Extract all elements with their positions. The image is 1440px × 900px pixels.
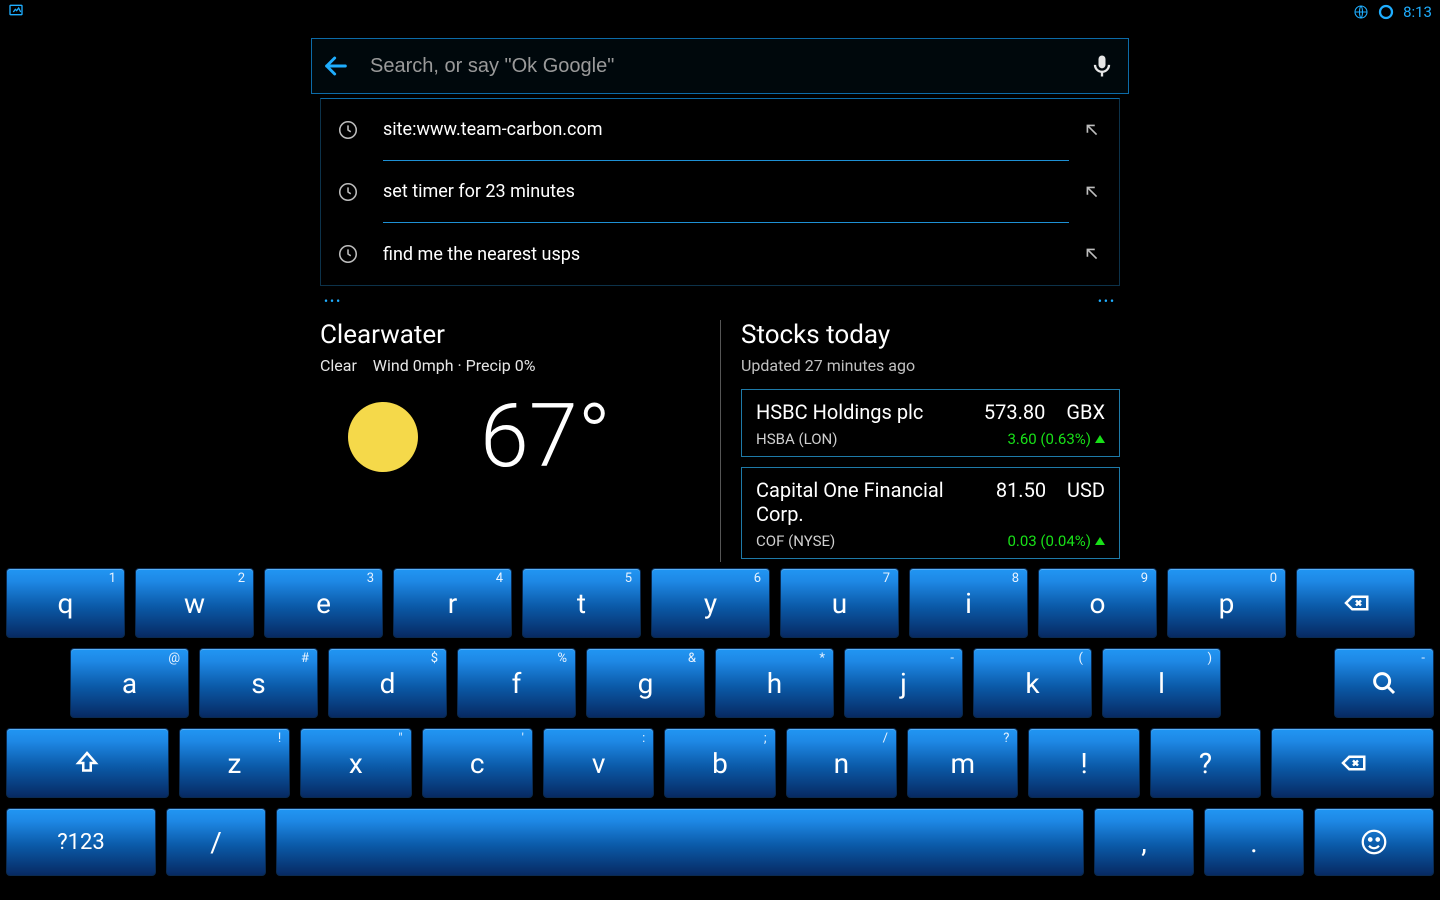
stock-change: 0.03 (0.04%) (1007, 532, 1105, 550)
key-u[interactable]: u7 (780, 568, 899, 638)
insert-arrow-icon[interactable] (1081, 243, 1103, 265)
insert-arrow-icon[interactable] (1081, 181, 1103, 203)
suggestion-text: set timer for 23 minutes (383, 161, 1069, 223)
suggestion-text: find me the nearest usps (383, 223, 1069, 285)
stocks-updated: Updated 27 minutes ago (741, 356, 1120, 375)
key-r[interactable]: r4 (393, 568, 512, 638)
key-b[interactable]: b; (664, 728, 775, 798)
key-slash[interactable]: / (166, 808, 266, 876)
up-arrow-icon (1095, 435, 1105, 443)
key-s[interactable]: s# (199, 648, 318, 718)
back-arrow-icon[interactable] (320, 50, 352, 82)
sun-icon (348, 402, 418, 472)
key-f[interactable]: f% (457, 648, 576, 718)
weather-card[interactable]: Clearwater Clear Wind 0mph · Precip 0% 6… (320, 320, 680, 569)
stock-currency: USD (1067, 478, 1105, 526)
key-shift[interactable] (6, 728, 169, 798)
stock-currency: GBX (1066, 400, 1105, 424)
key-o[interactable]: o9 (1038, 568, 1157, 638)
status-bar: 8:13 (0, 0, 1440, 24)
stock-row[interactable]: Capital One Financial Corp. 81.50 USD CO… (741, 467, 1120, 559)
status-clock: 8:13 (1403, 3, 1432, 21)
key-comma[interactable]: , (1094, 808, 1194, 876)
key-h[interactable]: h* (715, 648, 834, 718)
search-suggestions: site:www.team-carbon.com set timer for 2… (320, 98, 1120, 286)
stock-name: HSBC Holdings plc (756, 400, 923, 424)
key-n[interactable]: n/ (786, 728, 897, 798)
suggestion-row[interactable]: find me the nearest usps (321, 223, 1119, 285)
key-i[interactable]: i8 (909, 568, 1028, 638)
weather-summary: Clear Wind 0mph · Precip 0% (320, 356, 680, 375)
stocks-card: Stocks today Updated 27 minutes ago HSBC… (720, 320, 1120, 569)
key-a[interactable]: a@ (70, 648, 189, 718)
key-space[interactable] (276, 808, 1084, 876)
insert-arrow-icon[interactable] (1081, 119, 1103, 141)
suggestion-row[interactable]: set timer for 23 minutes (321, 161, 1119, 223)
on-screen-keyboard: q1w2e3r4t5y6u7i8o9p0 a@s#d$f%g&h*j-k(l) -… (0, 562, 1440, 900)
key-w[interactable]: w2 (135, 568, 254, 638)
history-icon (337, 243, 359, 265)
key-j[interactable]: j- (844, 648, 963, 718)
key-q[interactable]: q1 (6, 568, 125, 638)
key-k[interactable]: k( (973, 648, 1092, 718)
key-?[interactable]: ? (1150, 728, 1261, 798)
weather-precip: Precip 0% (466, 356, 536, 375)
page-dots-left[interactable]: ••• (324, 294, 342, 308)
screenshot-notif-icon (8, 2, 24, 18)
key-l[interactable]: l) (1102, 648, 1221, 718)
page-indicator-row: ••• ••• (320, 294, 1120, 308)
key-![interactable]: ! (1028, 728, 1139, 798)
history-icon (337, 181, 359, 203)
stock-symbol: HSBA (LON) (756, 430, 837, 448)
key-symbols[interactable]: ?123 (6, 808, 156, 876)
history-icon (337, 119, 359, 141)
stocks-title: Stocks today (741, 320, 1120, 350)
key-m[interactable]: m? (907, 728, 1018, 798)
key-d[interactable]: d$ (328, 648, 447, 718)
weather-condition: Clear (320, 356, 357, 375)
mic-icon[interactable] (1088, 52, 1116, 80)
stock-name: Capital One Financial Corp. (756, 478, 996, 526)
key-backspace[interactable] (1271, 728, 1434, 798)
weather-wind: Wind 0mph (373, 356, 454, 375)
search-input[interactable] (352, 55, 1088, 78)
key-y[interactable]: y6 (651, 568, 770, 638)
key-backspace[interactable] (1296, 568, 1415, 638)
suggestion-row[interactable]: site:www.team-carbon.com (321, 99, 1119, 161)
key-e[interactable]: e3 (264, 568, 383, 638)
key-x[interactable]: x" (300, 728, 411, 798)
stock-price: 81.50 (996, 478, 1046, 526)
key-z[interactable]: z! (179, 728, 290, 798)
stock-symbol: COF (NYSE) (756, 532, 835, 550)
key-search[interactable]: - (1334, 648, 1434, 718)
key-t[interactable]: t5 (522, 568, 641, 638)
weather-location: Clearwater (320, 320, 680, 350)
key-p[interactable]: p0 (1167, 568, 1286, 638)
key-c[interactable]: c' (422, 728, 533, 798)
suggestion-text: site:www.team-carbon.com (383, 99, 1069, 161)
search-bar[interactable] (311, 38, 1129, 94)
weather-temp: 67° (480, 393, 611, 481)
page-dots-right[interactable]: ••• (1098, 294, 1116, 308)
key-period[interactable]: . (1204, 808, 1304, 876)
key-emoji[interactable] (1314, 808, 1434, 876)
stock-change: 3.60 (0.63%) (1007, 430, 1105, 448)
stock-price: 573.80 (984, 400, 1045, 424)
key-v[interactable]: v: (543, 728, 654, 798)
network-icon (1353, 4, 1369, 20)
stock-row[interactable]: HSBC Holdings plc 573.80 GBX HSBA (LON) … (741, 389, 1120, 457)
key-g[interactable]: g& (586, 648, 705, 718)
status-indicator-icon (1377, 3, 1395, 21)
up-arrow-icon (1095, 537, 1105, 545)
